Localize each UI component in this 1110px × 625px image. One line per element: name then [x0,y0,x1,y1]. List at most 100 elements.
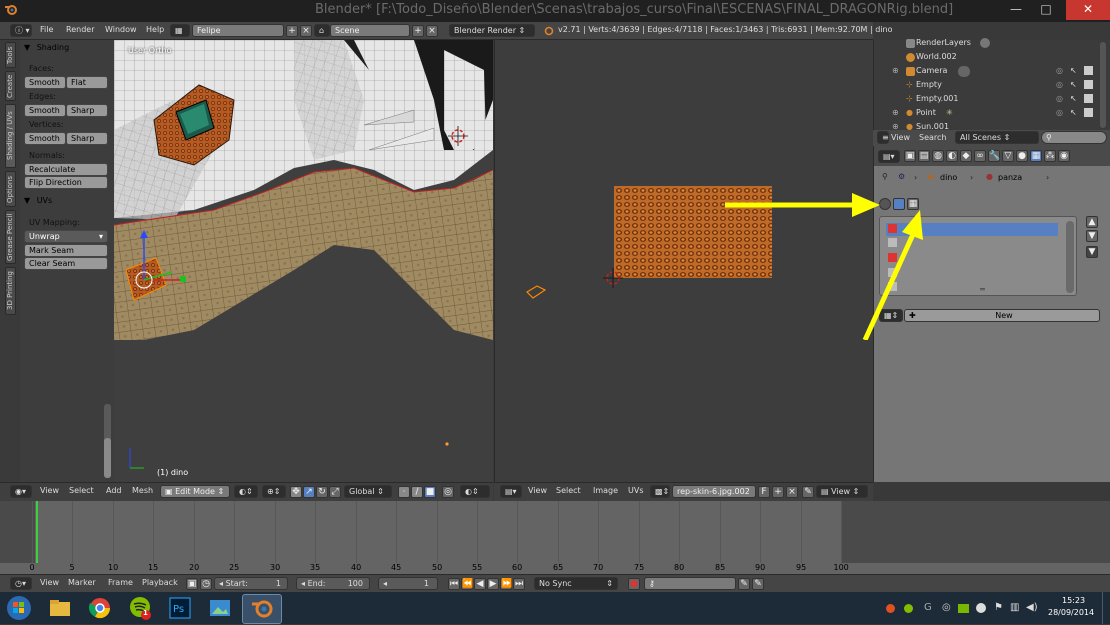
record-icon[interactable]: ● [628,578,640,590]
uv-image-editor[interactable] [494,40,873,482]
uvs-panel-header[interactable]: ▼ UVs [24,196,112,208]
volume-icon[interactable]: ◀) [1026,602,1038,613]
list-resize-grip-icon[interactable]: ═ [980,285,985,294]
timeline-area[interactable]: 0 5 10 15 20 25 30 35 40 45 50 55 60 65 70 75 80 85 90 95 10… [0,501,1110,574]
orientation-select[interactable]: Global ⇕ [344,485,392,498]
render-camera-icon[interactable] [1084,66,1093,75]
menu-tl-playback[interactable]: Playback [142,578,178,587]
tab-3d-printing[interactable]: 3D Printing [5,267,16,315]
object-tab-icon[interactable]: ◆ [960,150,972,162]
slot-menu-button[interactable]: ▼ [1086,246,1098,258]
selectable-arrow-icon[interactable]: ↖ [1070,80,1077,89]
show-desktop-button[interactable] [1102,592,1110,624]
texture-slots-list[interactable]: ═ [879,216,1077,296]
tray-icon-steam[interactable] [976,603,986,613]
tab-grease-pencil[interactable]: Grease Pencil [5,210,16,264]
render-camera-icon[interactable] [1084,108,1093,117]
other-texture-icon[interactable]: ▦ [907,198,919,210]
edges-smooth-button[interactable]: Smooth [24,104,66,117]
menu-uv-select[interactable]: Select [556,486,581,495]
screen-layout-field[interactable]: Felipe [192,24,284,37]
snap-select[interactable]: ◐⇕ [460,485,490,498]
pivot-select[interactable]: ⊕⇕ [262,485,286,498]
recalculate-button[interactable]: Recalculate [24,163,108,176]
menu-outliner-view[interactable]: View [891,133,910,142]
unlink-image-icon[interactable]: × [786,486,798,498]
camera-toggle-icon[interactable] [980,38,990,48]
editor-type-properties-icon[interactable]: ▤▾ [878,150,900,163]
menu-file[interactable]: File [40,25,53,34]
editor-type-timeline-icon[interactable]: ◷▾ [10,577,32,590]
play-reverse-icon[interactable]: ◀ [474,578,486,590]
editor-type-3d-icon[interactable]: ◉▾ [10,485,32,498]
translate-icon[interactable]: ↗ [303,486,315,498]
menu-tl-frame[interactable]: Frame [108,578,133,587]
photoshop-taskbar-icon[interactable]: Ps [164,594,196,622]
outliner-row[interactable]: ⊕ ● Point ✳ ◎ ↖ [874,107,1106,121]
scene-icon[interactable]: ⌂ [314,24,330,37]
tab-shading-uvs[interactable]: Shading / UVs [5,104,16,168]
spotify-taskbar-icon[interactable]: 1 [124,594,156,622]
list-scrollbar[interactable] [1066,221,1074,293]
3d-viewport[interactable]: User Ortho (1) dino [114,40,493,482]
texture-tab-icon[interactable]: ▦ [1030,150,1042,162]
move-slot-up-button[interactable]: ▲ [1086,216,1098,228]
visibility-eye-icon[interactable]: ◎ [1056,66,1063,75]
outliner-search-field[interactable]: ⚲ [1041,131,1107,144]
photos-taskbar-icon[interactable] [204,594,236,622]
proportional-edit-icon[interactable]: ◎ [442,486,454,498]
render-camera-icon[interactable] [1084,94,1093,103]
tray-icon-g[interactable]: G [924,602,932,613]
end-frame-field[interactable]: ◂ End: 100 [296,577,370,590]
sync-mode-select[interactable]: No Sync ⇕ [534,577,618,590]
visibility-eye-icon[interactable]: ◎ [1056,108,1063,117]
data-tab-icon[interactable]: ▽ [1002,150,1014,162]
face-select-icon[interactable]: ■ [424,486,436,498]
menu-tl-marker[interactable]: Marker [68,578,96,587]
menu-view[interactable]: View [40,486,59,495]
current-frame-field[interactable]: ◂ 1 [378,577,438,590]
world-texture-icon[interactable] [879,198,891,210]
scene-tab-icon[interactable]: ◍ [932,150,944,162]
editor-type-info[interactable]: ⓘ ▾ [10,24,32,37]
mode-select[interactable]: ▣ Edit Mode ⇕ [160,485,230,498]
outliner-row[interactable]: ⊕ Camera ◎ ↖ [874,65,1106,79]
close-button[interactable]: ✕ [1066,0,1110,20]
tray-icon-orange[interactable] [886,604,895,613]
pin-icon[interactable]: ✎ [802,486,814,498]
menu-outliner-search[interactable]: Search [919,133,946,142]
delete-keyframe-icon[interactable]: ✎ [752,578,764,590]
vertices-sharp-button[interactable]: Sharp [66,132,108,145]
flip-direction-button[interactable]: Flip Direction [24,176,108,189]
keying-set-field[interactable]: ⚷ [644,577,736,590]
outliner-scrollbar[interactable] [1100,42,1106,128]
expand-icon[interactable]: ⊕ [892,108,899,117]
prev-keyframe-icon[interactable]: ⏪ [461,578,473,590]
texture-slot-selected[interactable] [886,223,1058,236]
shading-panel-header[interactable]: ▼ Shading [24,43,112,55]
vertices-smooth-button[interactable]: Smooth [24,132,66,145]
preview-range-icon[interactable]: ◷ [200,578,212,590]
add-screen-button[interactable]: + [286,25,298,37]
clock-date[interactable]: 28/09/2014 [1048,608,1094,617]
material-tab-icon[interactable]: ● [1016,150,1028,162]
remove-screen-button[interactable]: × [300,25,312,37]
material-texture-icon[interactable] [893,198,905,210]
tab-options[interactable]: Options [5,171,16,207]
menu-select[interactable]: Select [69,486,94,495]
render-engine-select[interactable]: Blender Render ⇕ [449,24,535,37]
outliner-row[interactable]: ⊕ ● Sun.001 [874,121,1106,130]
render-tab-icon[interactable]: ▣ [904,150,916,162]
pin-context-icon[interactable]: ⚲ [882,172,888,181]
scene-context-icon[interactable]: ⚙ [898,172,905,181]
texture-browse-icon[interactable]: ▦⇕ [879,309,903,322]
faces-smooth-button[interactable]: Smooth [24,76,66,89]
remove-scene-button[interactable]: × [426,25,438,37]
outliner-row[interactable]: World.002 [874,51,1106,65]
shading-select[interactable]: ◐⇕ [234,485,258,498]
lock-frame-icon[interactable]: ▣ [186,578,198,590]
menu-help[interactable]: Help [146,25,164,34]
selectable-arrow-icon[interactable]: ↖ [1070,94,1077,103]
new-image-icon[interactable]: + [772,486,784,498]
editor-type-image-icon[interactable]: ▤▾ [500,485,522,498]
